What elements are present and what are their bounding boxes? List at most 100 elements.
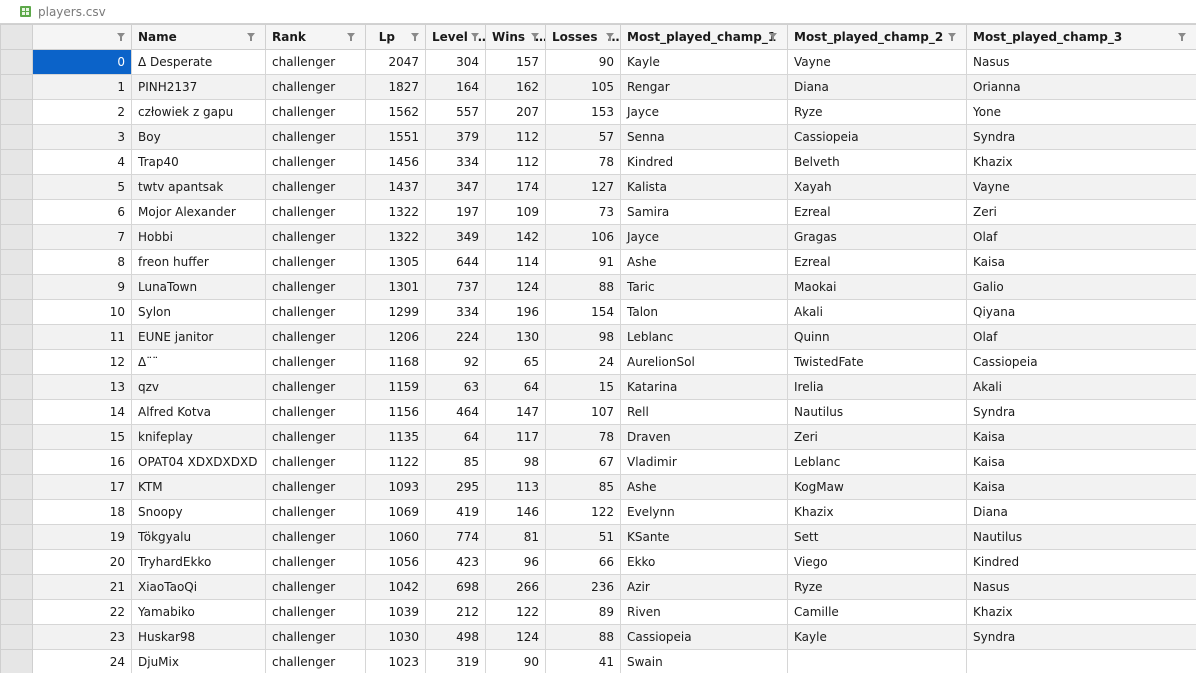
cell-name[interactable]: DjuMix <box>131 649 266 673</box>
cell-m3[interactable]: Akali <box>966 374 1196 400</box>
cell-losses[interactable]: 107 <box>545 399 621 425</box>
cell-m3[interactable] <box>966 649 1196 673</box>
cell-level[interactable]: 557 <box>425 99 486 125</box>
cell-rank[interactable]: challenger <box>265 174 366 200</box>
cell-m2[interactable]: KogMaw <box>787 474 967 500</box>
cell-losses[interactable]: 88 <box>545 274 621 300</box>
cell-wins[interactable]: 122 <box>485 599 546 625</box>
cell-m1[interactable]: Jayce <box>620 99 788 125</box>
cell-rank[interactable]: challenger <box>265 274 366 300</box>
cell-index[interactable]: 19 <box>32 524 132 550</box>
cell-rank[interactable]: challenger <box>265 574 366 600</box>
filter-icon[interactable] <box>606 33 614 42</box>
cell-index[interactable]: 24 <box>32 649 132 673</box>
cell-name[interactable]: XiaoTaoQi <box>131 574 266 600</box>
cell-losses[interactable]: 236 <box>545 574 621 600</box>
data-grid[interactable]: Name Rank Lp Level Wins Losses Most_play… <box>0 23 1196 673</box>
cell-lp[interactable]: 1042 <box>365 574 426 600</box>
cell-name[interactable]: Snoopy <box>131 499 266 525</box>
column-header-level[interactable]: Level <box>425 24 486 50</box>
cell-m3[interactable]: Kaisa <box>966 449 1196 475</box>
cell-lp[interactable]: 1030 <box>365 624 426 650</box>
cell-index[interactable]: 21 <box>32 574 132 600</box>
cell-m1[interactable]: Jayce <box>620 224 788 250</box>
cell-losses[interactable]: 78 <box>545 149 621 175</box>
table-row[interactable]: 18 Snoopy challenger 1069 419 146 122 Evelynn Kh… <box>0 499 1196 525</box>
cell-rank[interactable]: challenger <box>265 124 366 150</box>
cell-rank[interactable]: challenger <box>265 599 366 625</box>
cell-name[interactable]: Δ Desperate <box>131 49 266 75</box>
cell-m3[interactable]: Kaisa <box>966 249 1196 275</box>
cell-wins[interactable]: 146 <box>485 499 546 525</box>
cell-lp[interactable]: 1206 <box>365 324 426 350</box>
cell-level[interactable]: 498 <box>425 624 486 650</box>
cell-rank[interactable]: challenger <box>265 474 366 500</box>
cell-m1[interactable]: Ekko <box>620 549 788 575</box>
cell-m3[interactable]: Zeri <box>966 199 1196 225</box>
cell-wins[interactable]: 112 <box>485 124 546 150</box>
table-row[interactable]: 15 knifeplay challenger 1135 64 117 78 Draven Ze… <box>0 424 1196 450</box>
cell-index[interactable]: 17 <box>32 474 132 500</box>
cell-m2[interactable]: Nautilus <box>787 399 967 425</box>
cell-level[interactable]: 319 <box>425 649 486 673</box>
cell-losses[interactable]: 67 <box>545 449 621 475</box>
cell-lp[interactable]: 1060 <box>365 524 426 550</box>
cell-m2[interactable]: Ezreal <box>787 249 967 275</box>
cell-lp[interactable]: 1299 <box>365 299 426 325</box>
cell-index[interactable]: 7 <box>32 224 132 250</box>
cell-wins[interactable]: 114 <box>485 249 546 275</box>
cell-name[interactable]: Trap40 <box>131 149 266 175</box>
cell-index[interactable]: 16 <box>32 449 132 475</box>
row-selector[interactable] <box>0 374 33 400</box>
cell-losses[interactable]: 85 <box>545 474 621 500</box>
cell-level[interactable]: 419 <box>425 499 486 525</box>
cell-name[interactable]: Δ¨¨ <box>131 349 266 375</box>
table-row[interactable]: 0Δ Desperate challenger 2047 304 157 90 Kayle V… <box>0 49 1196 75</box>
cell-m2[interactable]: Leblanc <box>787 449 967 475</box>
cell-lp[interactable]: 1159 <box>365 374 426 400</box>
cell-level[interactable]: 379 <box>425 124 486 150</box>
row-selector[interactable] <box>0 349 33 375</box>
cell-losses[interactable]: 105 <box>545 74 621 100</box>
table-row[interactable]: 6 Mojor Alexander challenger 1322 197 109 73 Sa… <box>0 199 1196 225</box>
cell-rank[interactable]: challenger <box>265 224 366 250</box>
cell-rank[interactable]: challenger <box>265 524 366 550</box>
cell-wins[interactable]: 196 <box>485 299 546 325</box>
cell-index[interactable]: 23 <box>32 624 132 650</box>
column-header-wins[interactable]: Wins <box>485 24 546 50</box>
cell-losses[interactable]: 98 <box>545 324 621 350</box>
cell-lp[interactable]: 1551 <box>365 124 426 150</box>
cell-level[interactable]: 63 <box>425 374 486 400</box>
cell-name[interactable]: Alfred Kotva <box>131 399 266 425</box>
cell-name[interactable]: EUNE janitor <box>131 324 266 350</box>
cell-m1[interactable]: KSante <box>620 524 788 550</box>
row-selector[interactable] <box>0 324 33 350</box>
cell-m1[interactable]: Kalista <box>620 174 788 200</box>
row-selector[interactable] <box>0 174 33 200</box>
filter-icon[interactable] <box>247 33 255 42</box>
cell-rank[interactable]: challenger <box>265 74 366 100</box>
cell-lp[interactable]: 1456 <box>365 149 426 175</box>
cell-m2[interactable]: Akali <box>787 299 967 325</box>
cell-m3[interactable]: Syndra <box>966 399 1196 425</box>
cell-level[interactable]: 295 <box>425 474 486 500</box>
cell-m3[interactable]: Kaisa <box>966 424 1196 450</box>
cell-index[interactable]: 6 <box>32 199 132 225</box>
table-row[interactable]: 16 OPAT04 XDXDXDXD challenger 1122 85 98 67 Vla… <box>0 449 1196 475</box>
cell-index[interactable]: 1 <box>32 74 132 100</box>
table-row[interactable]: 7 Hobbi challenger 1322 349 142 106 Jayce Gragas… <box>0 224 1196 250</box>
cell-m1[interactable]: Swain <box>620 649 788 673</box>
cell-name[interactable]: TryhardEkko <box>131 549 266 575</box>
cell-wins[interactable]: 96 <box>485 549 546 575</box>
cell-losses[interactable]: 153 <box>545 99 621 125</box>
cell-losses[interactable]: 89 <box>545 599 621 625</box>
column-header-losses[interactable]: Losses <box>545 24 621 50</box>
row-selector[interactable] <box>0 649 33 673</box>
cell-index[interactable]: 2 <box>32 99 132 125</box>
cell-m3[interactable]: Olaf <box>966 224 1196 250</box>
cell-lp[interactable]: 1056 <box>365 549 426 575</box>
table-row[interactable]: 23 Huskar98 challenger 1030 498 124 88 Cassiope… <box>0 624 1196 650</box>
cell-level[interactable]: 698 <box>425 574 486 600</box>
cell-m2[interactable]: Zeri <box>787 424 967 450</box>
row-selector[interactable] <box>0 274 33 300</box>
